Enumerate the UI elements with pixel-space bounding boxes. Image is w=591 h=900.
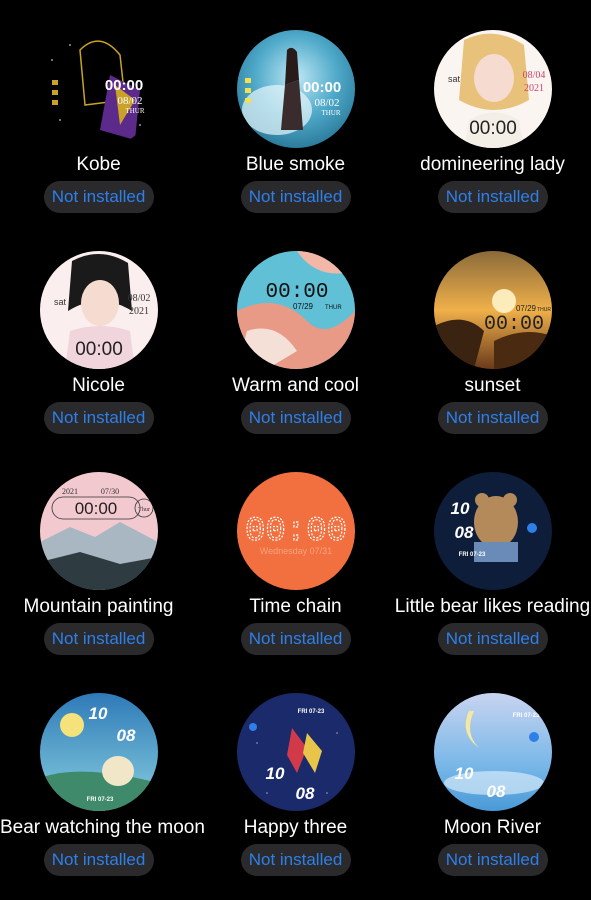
face-year: 2021: [524, 83, 544, 94]
watch-face-name: Little bear likes reading: [394, 596, 591, 617]
watch-face-grid: 00:00 08/02 THUR Kobe Not installed 00:0…: [0, 0, 591, 900]
watch-face-preview[interactable]: 10 08 FRI 07-23: [433, 472, 552, 590]
watch-face-preview[interactable]: 07/29 THUR 00:00: [433, 251, 552, 369]
face-day: THUR: [321, 109, 340, 117]
face-date: 08/02: [127, 293, 150, 304]
watch-face-card[interactable]: 00:00 08/02 THUR Blue smoke Not installe…: [197, 0, 394, 221]
watch-face-preview[interactable]: 00:00 08/02 THUR: [236, 30, 355, 148]
install-status-button[interactable]: Not installed: [437, 402, 548, 434]
face-date: 08/02: [117, 95, 142, 107]
watch-face-card[interactable]: 00:00 08/02 THUR Kobe Not installed: [0, 0, 197, 221]
face-time: 00:00: [469, 118, 517, 139]
watch-face-card[interactable]: sat 08/04 2021 00:00 domineering lady No…: [394, 0, 591, 221]
watch-face-card[interactable]: 10 08 FRI 07-23 Bear watching the moon N…: [0, 663, 205, 884]
watch-face-name: Nicole: [72, 375, 125, 396]
face-date: 07/30: [100, 487, 118, 496]
watch-face-preview[interactable]: FRI 07-23 10 08: [236, 693, 355, 811]
watch-face-name: Moon River: [443, 817, 542, 838]
face-weekday: sat: [448, 74, 461, 84]
install-status-button[interactable]: Not installed: [240, 623, 351, 655]
watch-face-name: Kobe: [76, 154, 121, 175]
install-status-button[interactable]: Not installed: [437, 623, 548, 655]
watch-face-card[interactable]: 00:00 Wednesday 07/31 Time chain Not ins…: [197, 442, 394, 663]
face-time: 00:00: [74, 499, 117, 518]
watch-face-preview[interactable]: sat 08/02 2021 00:00: [39, 251, 158, 369]
face-time: 00:00: [302, 79, 340, 96]
watch-face-preview[interactable]: 00:00 07/29 THUR: [236, 251, 355, 369]
watch-face-name: sunset: [464, 375, 521, 396]
install-status-button[interactable]: Not installed: [43, 623, 154, 655]
face-date: FRI 07-23: [458, 552, 485, 558]
install-status-button[interactable]: Not installed: [437, 844, 548, 876]
face-day: Thur: [138, 507, 150, 513]
watch-face-card[interactable]: sat 08/02 2021 00:00 Nicole Not installe…: [0, 221, 197, 442]
install-status-button[interactable]: Not installed: [43, 402, 154, 434]
face-hour: 10: [450, 499, 469, 518]
install-status-button[interactable]: Not installed: [437, 181, 548, 213]
face-date: 07/29: [515, 304, 536, 313]
install-status-button[interactable]: Not installed: [43, 844, 154, 876]
watch-face-card[interactable]: FRI 07-23 10 08 Happy three Not installe…: [197, 663, 394, 884]
face-time: 00:00: [75, 339, 123, 360]
watch-face-name: Mountain painting: [23, 596, 174, 617]
face-time: 00:00: [265, 281, 328, 304]
watch-face-name: Time chain: [249, 596, 342, 617]
face-year: 2021: [129, 306, 149, 317]
watch-face-preview[interactable]: FRI 07-23 10 08: [433, 693, 552, 811]
watch-face-preview[interactable]: 10 08 FRI 07-23: [39, 693, 158, 811]
face-minute: 08: [116, 726, 135, 745]
face-minute: 08: [454, 523, 473, 542]
face-date: 08/02: [314, 97, 339, 109]
watch-face-preview[interactable]: sat 08/04 2021 00:00: [433, 30, 552, 148]
face-weekday: sat: [54, 297, 67, 307]
face-day: THUR: [325, 305, 342, 311]
face-time: 00:00: [483, 313, 543, 336]
install-status-button[interactable]: Not installed: [240, 402, 351, 434]
face-hour: 10: [88, 704, 107, 723]
face-date: 08/04: [522, 70, 545, 81]
install-status-button[interactable]: Not installed: [240, 181, 351, 213]
watch-face-name: domineering lady: [420, 154, 565, 175]
watch-face-name: Bear watching the moon: [0, 817, 205, 838]
watch-face-card[interactable]: 2021 07/30 00:00 Thur Mountain painting …: [0, 442, 197, 663]
face-date: FRI 07-23: [297, 709, 324, 715]
face-minute: 08: [295, 784, 314, 803]
face-date: FRI 07-23: [512, 713, 539, 719]
watch-face-preview[interactable]: 00:00 08/02 THUR: [39, 30, 158, 148]
face-time: 00:00: [104, 77, 142, 94]
face-date: Wednesday 07/31: [259, 546, 331, 556]
watch-face-name: Blue smoke: [245, 154, 346, 175]
watch-face-preview[interactable]: 00:00 Wednesday 07/31: [236, 472, 355, 590]
face-date: FRI 07-23: [86, 797, 113, 803]
install-status-button[interactable]: Not installed: [43, 181, 154, 213]
face-hour: 10: [265, 764, 284, 783]
watch-face-name: Happy three: [243, 817, 348, 838]
face-day: THUR: [125, 107, 144, 115]
face-hour: 10: [454, 764, 473, 783]
watch-face-card[interactable]: 07/29 THUR 00:00 sunset Not installed: [394, 221, 591, 442]
face-year: 2021: [62, 487, 78, 496]
watch-face-card[interactable]: FRI 07-23 10 08 Moon River Not installed: [394, 663, 591, 884]
watch-face-name: Warm and cool: [231, 375, 360, 396]
watch-face-card[interactable]: 10 08 FRI 07-23 Little bear likes readin…: [394, 442, 591, 663]
face-minute: 08: [486, 782, 505, 801]
face-date: 07/29: [292, 302, 313, 311]
watch-face-preview[interactable]: 2021 07/30 00:00 Thur: [39, 472, 158, 590]
install-status-button[interactable]: Not installed: [240, 844, 351, 876]
watch-face-card[interactable]: 00:00 07/29 THUR Warm and cool Not insta…: [197, 221, 394, 442]
